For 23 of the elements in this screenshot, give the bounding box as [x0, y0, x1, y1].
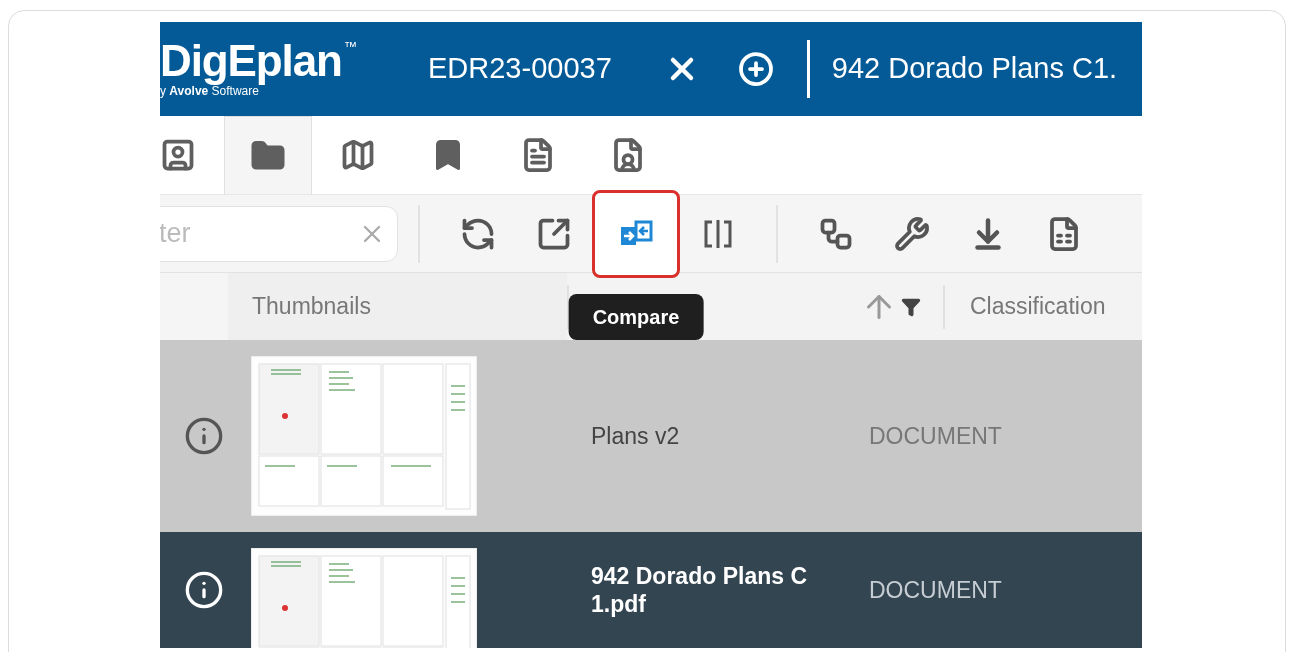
info-icon[interactable]: [184, 416, 224, 456]
table-row[interactable]: Plans v2 DOCUMENT: [160, 340, 1142, 532]
column-header[interactable]: Classification: [945, 289, 1106, 324]
filter-icon[interactable]: [901, 296, 921, 317]
file-name: Plans v2: [591, 422, 681, 450]
document-tab[interactable]: EDR23-00037: [428, 47, 612, 91]
toolbar-button[interactable]: [592, 189, 680, 278]
map-icon: [340, 137, 376, 173]
column-header[interactable]: Thumbnails: [228, 273, 567, 340]
tooltip: Compare: [568, 293, 704, 340]
nav-tab[interactable]: [224, 116, 312, 194]
document-tab[interactable]: 942 Dorado Plans C1.: [831, 47, 1118, 91]
wrench-icon: [894, 215, 930, 252]
trademark-mark: ™: [343, 38, 357, 56]
logo-text: DigEplan: [160, 37, 342, 85]
logo-subtitle: y Avolve Software: [160, 85, 259, 97]
filter-field[interactable]: ter: [160, 205, 398, 262]
file-name: 942 Dorado Plans C1.pdf: [591, 562, 809, 618]
table-row[interactable]: 942 Dorado Plans C1.pdf DOCUMENT: [160, 532, 1142, 648]
classification-text: DOCUMENT: [869, 575, 1002, 605]
classification-text: DOCUMENT: [869, 421, 1002, 451]
add-tab-button[interactable]: [737, 51, 774, 87]
person-card-icon: [160, 137, 196, 173]
